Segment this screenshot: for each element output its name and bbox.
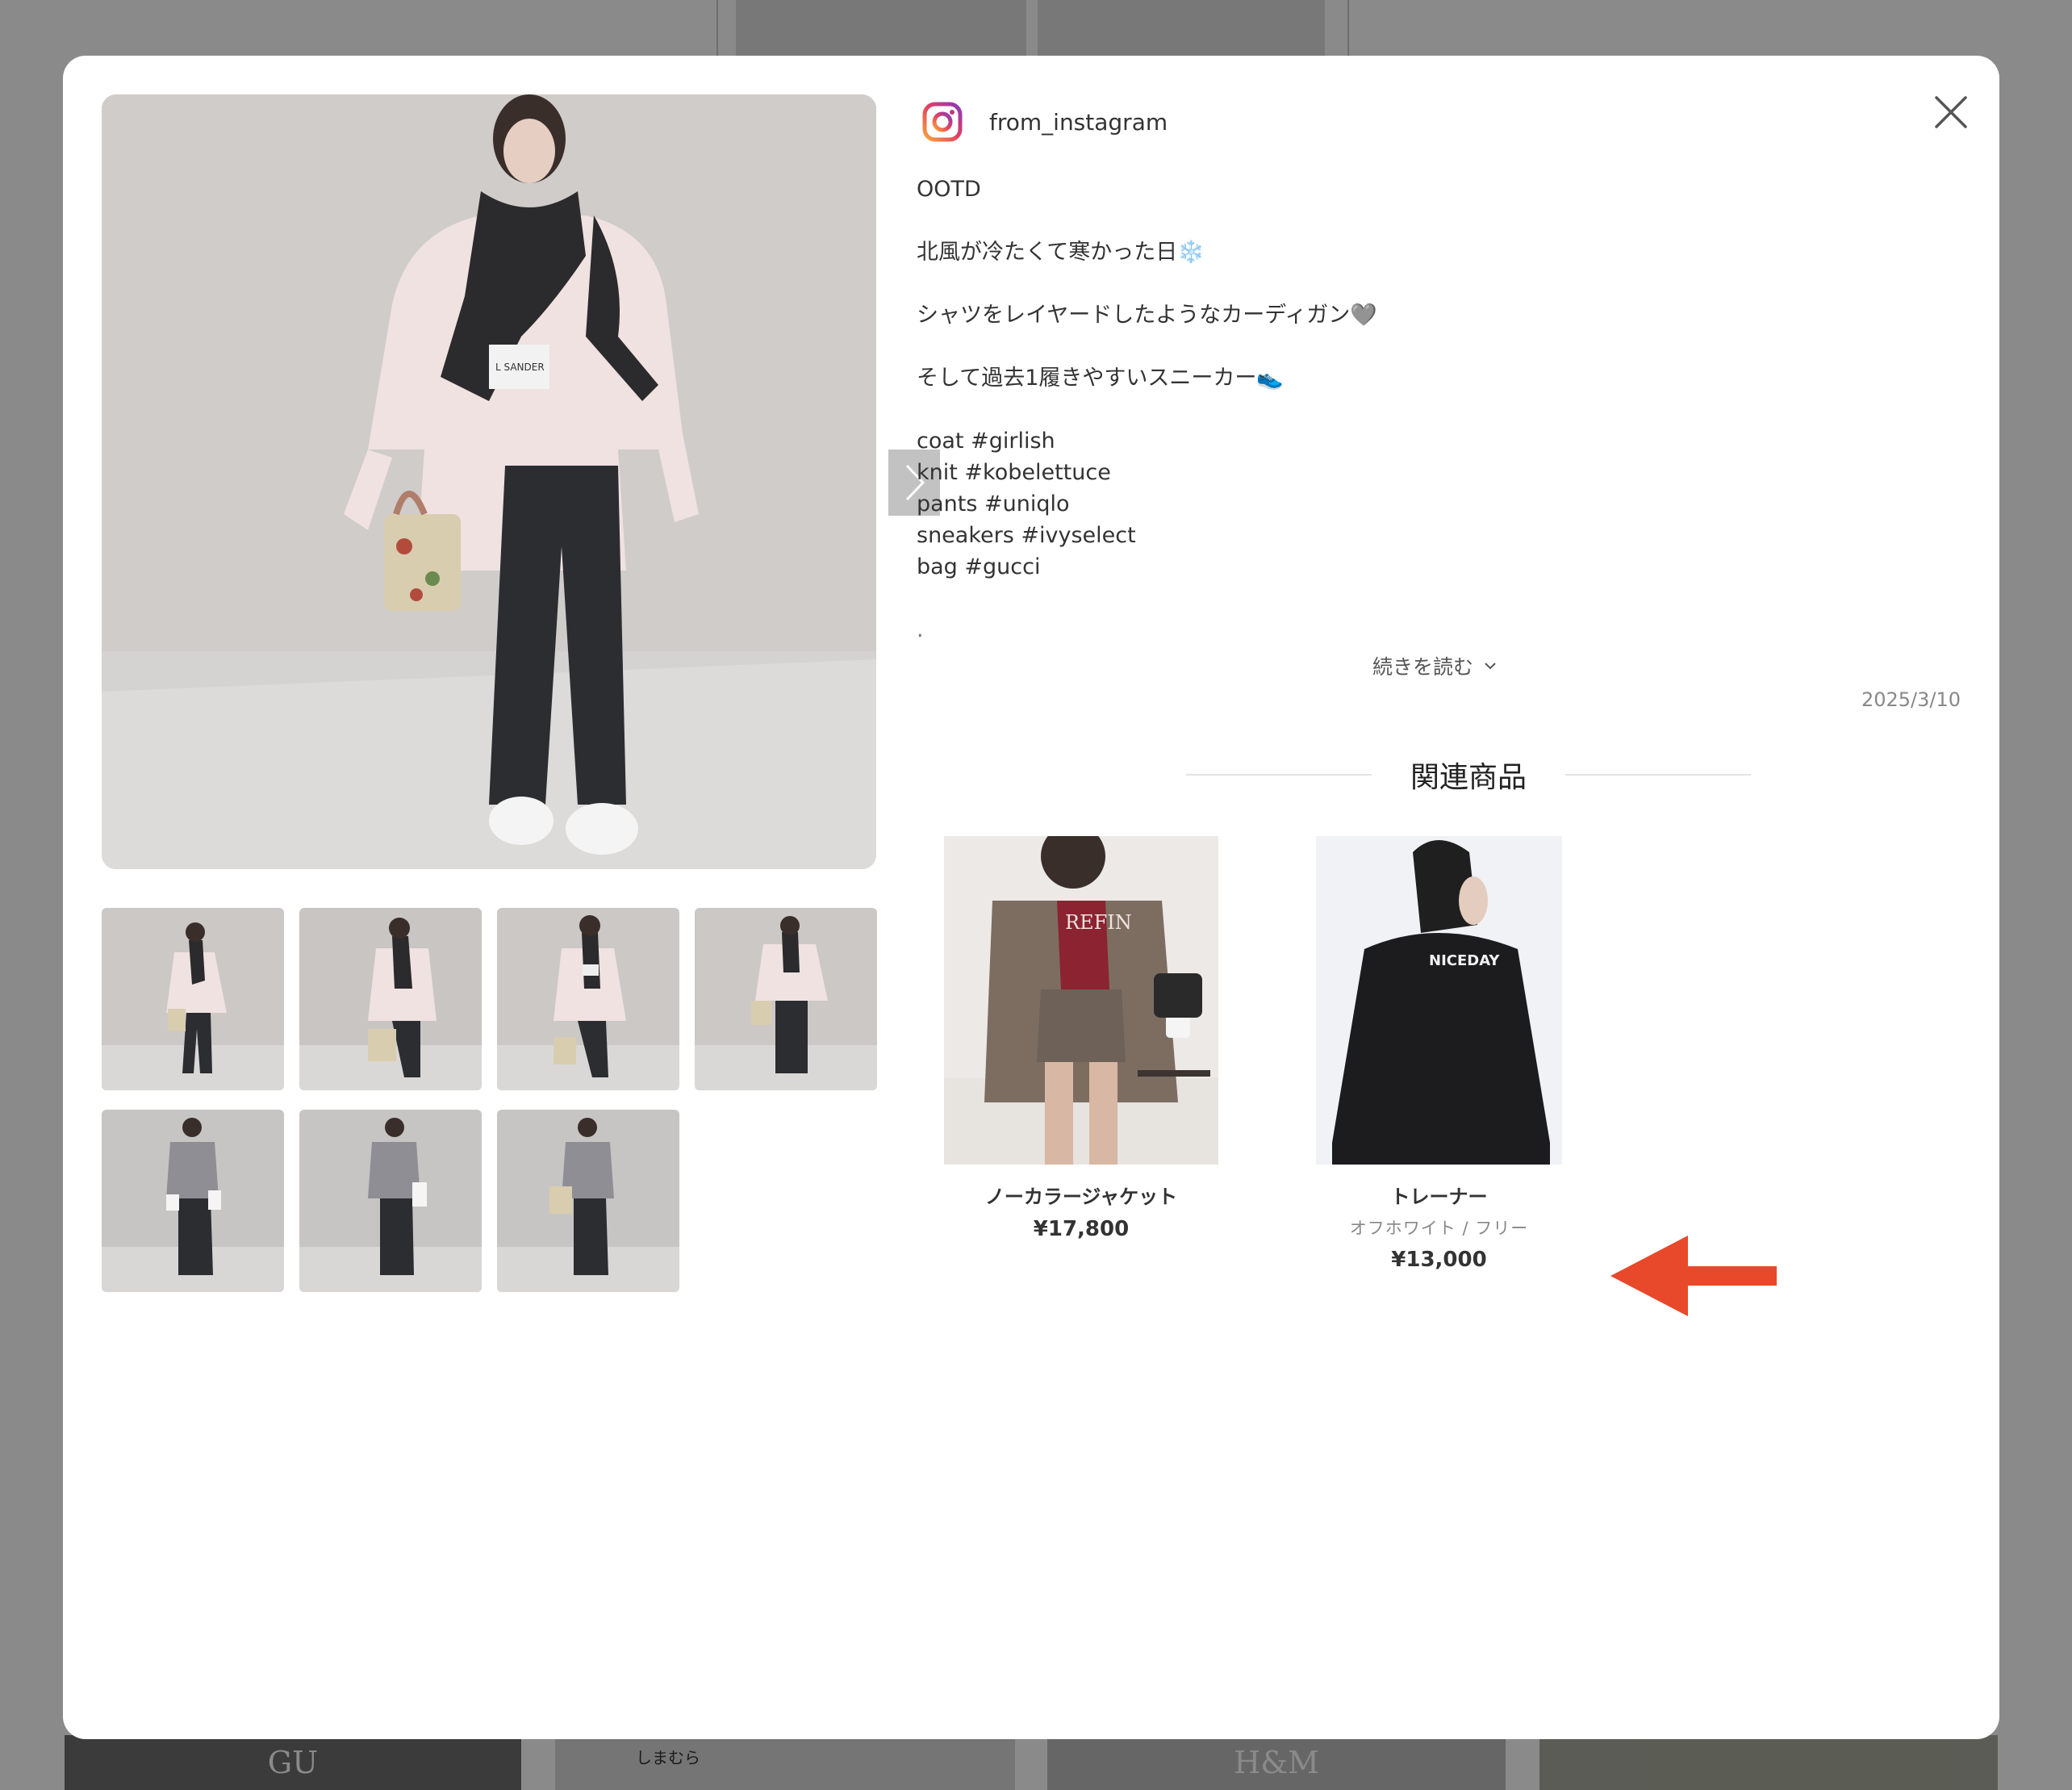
thumbnail[interactable] bbox=[497, 908, 679, 1090]
caption-line bbox=[917, 583, 1925, 614]
divider bbox=[1565, 774, 1752, 776]
thumbnail[interactable] bbox=[299, 908, 482, 1090]
thumbnail[interactable] bbox=[102, 1110, 284, 1292]
caption-line: sneakers #ivyselect bbox=[917, 523, 1136, 548]
post-date: 2025/3/10 bbox=[1861, 688, 1961, 711]
scarf-brand-text: L SANDER bbox=[495, 362, 545, 373]
product-card[interactable]: NICEDAY トレーナー オフホワイト / フリー ¥13,000 bbox=[1316, 836, 1562, 1272]
thumbnail-image bbox=[102, 908, 284, 1090]
instagram-icon[interactable] bbox=[921, 101, 963, 143]
close-icon bbox=[1935, 96, 1967, 128]
post-username[interactable]: from_instagram bbox=[989, 109, 1168, 136]
product-name: ノーカラージャケット bbox=[984, 1186, 1178, 1208]
caption-line: coat #girlish bbox=[917, 429, 1055, 454]
caption-line: pants #uniqlo bbox=[917, 491, 1070, 517]
post-header: from_instagram bbox=[921, 98, 1168, 146]
caption-line: 北風が冷たくて寒かった日❄️ bbox=[917, 240, 1205, 265]
thumbnail-image bbox=[102, 1110, 284, 1292]
outfit-photo: L SANDER bbox=[102, 94, 876, 869]
read-more-label: 続きを読む bbox=[1372, 655, 1474, 679]
post-detail-modal: L SANDER from_instagram OOTD 北風が冷たくて寒かった… bbox=[63, 56, 1999, 1739]
related-products-heading: 関連商品 bbox=[1186, 755, 1752, 795]
thumbnail-image bbox=[497, 1110, 679, 1292]
annotation-arrow bbox=[1610, 1236, 1777, 1316]
product-image: REFIN bbox=[944, 836, 1218, 1165]
product-image: NICEDAY bbox=[1316, 836, 1562, 1165]
thumbnail-image bbox=[497, 908, 679, 1090]
read-more-button[interactable]: 続きを読む bbox=[1372, 651, 1499, 680]
main-post-image[interactable]: L SANDER bbox=[102, 94, 876, 869]
product-card[interactable]: REFIN ノーカラージャケット ¥17,800 bbox=[944, 836, 1218, 1241]
caption-line bbox=[917, 205, 1925, 236]
product-name: トレーナー bbox=[1390, 1186, 1488, 1208]
caption-line: knit #kobelettuce bbox=[917, 460, 1111, 485]
thumbnail[interactable] bbox=[102, 908, 284, 1090]
related-products-title: 関連商品 bbox=[1410, 761, 1527, 794]
divider bbox=[1186, 774, 1372, 776]
caption-line bbox=[917, 394, 1925, 425]
tee-print-text: REFIN bbox=[1065, 911, 1132, 934]
chevron-down-icon bbox=[1485, 663, 1496, 670]
caption-line bbox=[917, 331, 1925, 362]
thumbnail[interactable] bbox=[497, 1110, 679, 1292]
caption-line: OOTD bbox=[917, 177, 981, 202]
arrow-left-icon bbox=[1610, 1236, 1777, 1316]
thumbnail[interactable] bbox=[299, 1110, 482, 1292]
caption-line: シャツをレイヤードしたようなカーディガン🩶 bbox=[917, 303, 1377, 328]
caption-line: bag #gucci bbox=[917, 554, 1041, 579]
close-button[interactable] bbox=[1930, 91, 1972, 133]
caption-line: そして過去1履きやすいスニーカー👟 bbox=[917, 366, 1284, 391]
sweatshirt-print-text: NICEDAY bbox=[1429, 952, 1500, 969]
thumbnail[interactable] bbox=[695, 908, 877, 1090]
product-price: ¥17,800 bbox=[1033, 1217, 1130, 1241]
product-variant: オフホワイト / フリー bbox=[1349, 1219, 1529, 1238]
thumbnail-image bbox=[299, 908, 482, 1090]
post-caption: OOTD 北風が冷たくて寒かった日❄️ シャツをレイヤードしたようなカーディガン… bbox=[917, 174, 1925, 658]
product-price: ¥13,000 bbox=[1391, 1248, 1487, 1272]
thumbnail-image bbox=[299, 1110, 482, 1292]
thumbnail-image bbox=[695, 908, 877, 1090]
caption-line bbox=[917, 268, 1925, 299]
